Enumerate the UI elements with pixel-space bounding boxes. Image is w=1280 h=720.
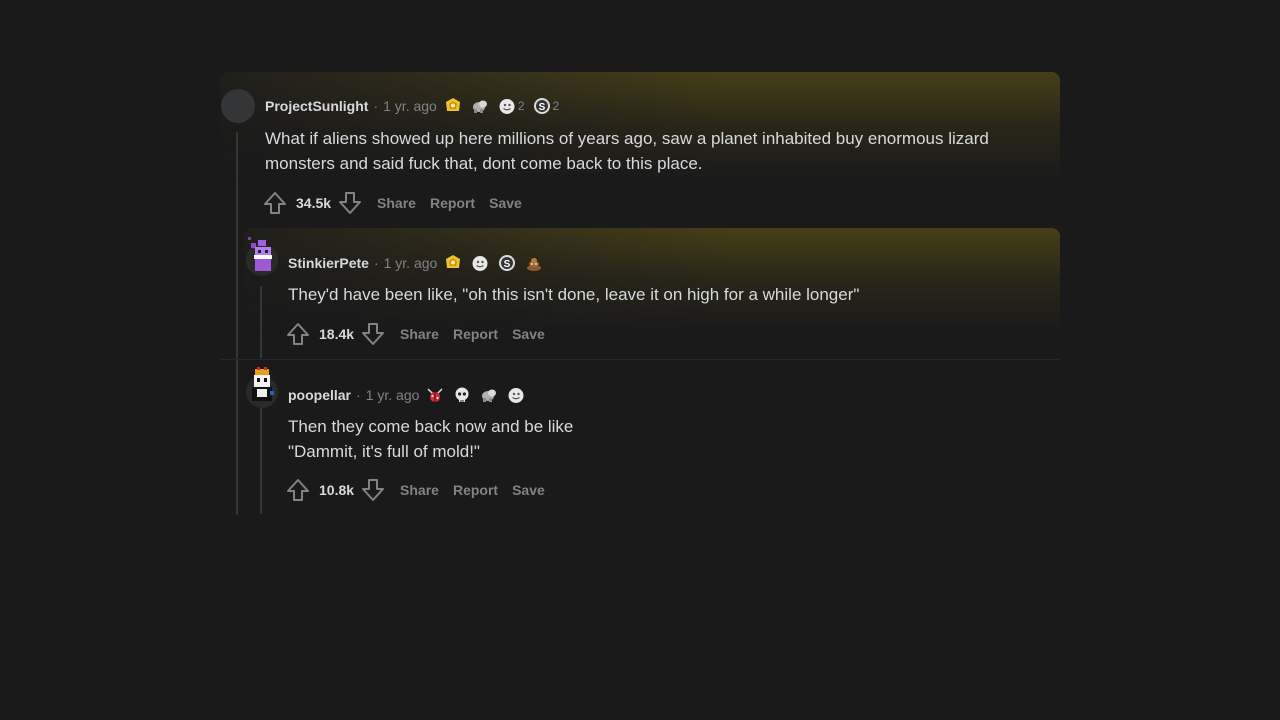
poop-award-icon[interactable] (524, 253, 544, 273)
timestamp[interactable]: 1 yr. ago (384, 255, 438, 271)
silver-award-icon[interactable]: 2 (497, 96, 525, 116)
wholesome-award-icon[interactable] (470, 96, 490, 116)
comment-header: ProjectSunlight · 1 yr. ago 2 S 2 (265, 95, 566, 117)
skull-award-icon[interactable] (452, 385, 472, 405)
save-button[interactable]: Save (489, 195, 522, 211)
save-button[interactable]: Save (512, 326, 545, 342)
upvote-arrow-icon[interactable] (285, 477, 311, 503)
svg-text:S: S (504, 259, 511, 270)
avatar[interactable] (245, 235, 279, 276)
silver-award-icon[interactable] (506, 385, 526, 405)
share-button[interactable]: Share (400, 326, 439, 342)
award-list: S (443, 253, 551, 273)
bug-award-icon[interactable] (425, 385, 445, 405)
vote-score: 34.5k (296, 195, 332, 211)
comment-body: What if aliens showed up here millions o… (265, 126, 1055, 176)
report-button[interactable]: Report (430, 195, 475, 211)
gold-award-icon[interactable] (443, 253, 463, 273)
comment-actions: 18.4k Share Report Save (285, 321, 545, 347)
comment-text-line: Then they come back now and be like (288, 417, 574, 436)
report-button[interactable]: Report (453, 326, 498, 342)
wholesome-award-icon[interactable] (479, 385, 499, 405)
thread-collapse-line[interactable] (236, 132, 238, 515)
award-count: 2 (517, 99, 525, 113)
comment-text-line: What if aliens showed up here millions o… (265, 129, 989, 148)
comment-body: Then they come back now and be like "Dam… (288, 414, 1048, 464)
comment-header: poopellar · 1 yr. ago (288, 384, 533, 406)
comment-highlight (244, 228, 1060, 333)
downvote-arrow-icon[interactable] (337, 190, 363, 216)
upvote-arrow-icon[interactable] (285, 321, 311, 347)
snoo-award-icon[interactable]: S 2 (532, 96, 560, 116)
gold-award-icon[interactable] (443, 96, 463, 116)
author-name[interactable]: ProjectSunlight (265, 98, 368, 114)
svg-text:S: S (538, 102, 545, 113)
comment-actions: 34.5k Share Report Save (262, 190, 522, 216)
comment-body: They'd have been like, "oh this isn't do… (288, 282, 1048, 307)
vote-score: 18.4k (319, 326, 355, 342)
timestamp[interactable]: 1 yr. ago (383, 98, 437, 114)
share-button[interactable]: Share (400, 482, 439, 498)
downvote-arrow-icon[interactable] (360, 477, 386, 503)
timestamp[interactable]: 1 yr. ago (366, 387, 420, 403)
vote-score: 10.8k (319, 482, 355, 498)
upvote-arrow-icon[interactable] (262, 190, 288, 216)
thread-collapse-line[interactable] (260, 408, 262, 514)
comment-divider (220, 359, 1060, 360)
award-count: 2 (552, 99, 560, 113)
share-button[interactable]: Share (377, 195, 416, 211)
comment-text-line: They'd have been like, "oh this isn't do… (288, 285, 860, 304)
comment-text-line: monsters and said fuck that, dont come b… (265, 154, 703, 173)
comment-actions: 10.8k Share Report Save (285, 477, 545, 503)
comment-header: StinkierPete · 1 yr. ago S (288, 252, 551, 274)
comment-text-line: "Dammit, it's full of mold!" (288, 442, 480, 461)
award-list: 2 S 2 (443, 96, 566, 116)
downvote-arrow-icon[interactable] (360, 321, 386, 347)
author-name[interactable]: StinkierPete (288, 255, 369, 271)
report-button[interactable]: Report (453, 482, 498, 498)
silver-award-icon[interactable] (470, 253, 490, 273)
thread-collapse-line[interactable] (260, 286, 262, 358)
save-button[interactable]: Save (512, 482, 545, 498)
author-name[interactable]: poopellar (288, 387, 351, 403)
award-list (425, 385, 533, 405)
avatar[interactable] (221, 89, 255, 123)
snoo-award-icon[interactable]: S (497, 253, 517, 273)
avatar[interactable] (245, 367, 279, 408)
